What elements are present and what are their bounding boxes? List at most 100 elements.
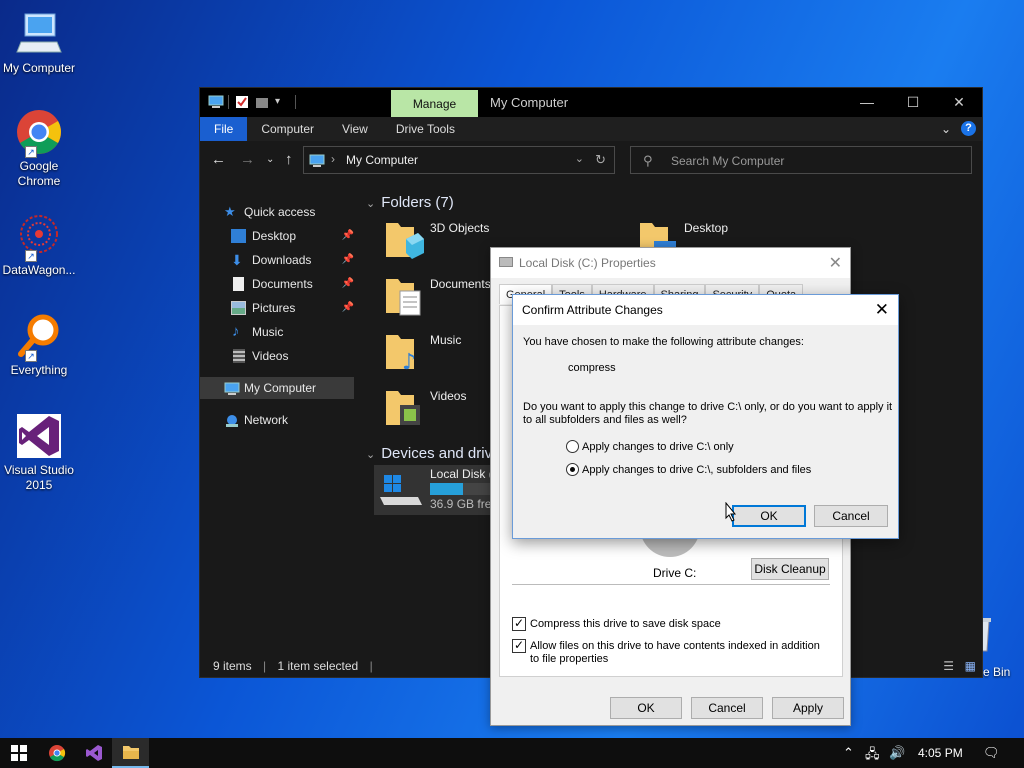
chevron-down-icon: ⌄ (366, 449, 376, 461)
desktop-icon-label: DataWagon... (2, 263, 76, 277)
mouse-cursor-icon (725, 501, 737, 522)
nav-item-desktop[interactable]: Desktop 📌 (200, 225, 358, 247)
quick-access-toolbar: ▾ (208, 95, 296, 109)
compress-checkbox[interactable] (512, 616, 526, 631)
chrome-icon (48, 745, 65, 762)
close-icon[interactable]: ✕ (829, 253, 842, 273)
desktop-icon-my-computer[interactable]: My Computer (0, 10, 78, 76)
apply-subfolders-label[interactable]: Apply changes to drive C:\, subfolders a… (582, 464, 811, 477)
show-hidden-icons-icon[interactable]: ⌃ (843, 745, 854, 761)
customize-toolbar-icon[interactable]: ▾ (275, 95, 289, 109)
apply-button[interactable]: Apply (772, 697, 844, 719)
action-center-icon[interactable]: 🗨 (983, 745, 1000, 761)
properties-title-bar: Local Disk (C:) Properties ✕ (491, 248, 850, 278)
everything-search-icon: ↗ (15, 312, 63, 362)
documents-folder-icon (384, 273, 424, 317)
taskbar-chrome[interactable] (38, 738, 75, 768)
up-arrow-icon[interactable]: ↑ (285, 151, 293, 168)
pin-icon[interactable]: 📌 (342, 249, 354, 271)
desktop-icon-everything[interactable]: ↗ Everything (0, 312, 78, 378)
breadcrumb-separator-icon[interactable]: › (331, 152, 335, 166)
drive-icon (499, 257, 513, 267)
close-icon[interactable]: ✕ (875, 300, 889, 320)
minimize-button[interactable]: — (844, 88, 890, 117)
tab-drive-tools[interactable]: Drive Tools (382, 117, 469, 141)
help-icon[interactable]: ? (961, 121, 976, 136)
expand-ribbon-icon[interactable]: ⌄ (941, 122, 951, 136)
cancel-button[interactable]: Cancel (691, 697, 763, 719)
tab-file[interactable]: File (200, 117, 248, 141)
tab-view[interactable]: View (328, 117, 382, 141)
forward-arrow-icon[interactable]: → (240, 151, 255, 168)
datawagon-icon: ↗ (15, 212, 63, 262)
star-icon: ★ (224, 204, 236, 219)
details-view-icon[interactable]: ☰ (943, 655, 954, 677)
desktop-icon-chrome[interactable]: ↗ Google Chrome (0, 108, 78, 189)
drive-local-disk-c[interactable]: Local Disk (C:) 36.9 GB free (374, 465, 492, 515)
cancel-button[interactable]: Cancel (814, 505, 888, 527)
shortcut-arrow-icon: ↗ (25, 350, 37, 362)
taskbar-file-explorer[interactable] (112, 738, 149, 768)
desktop-icon-label: Google Chrome (17, 159, 61, 188)
nav-item-music[interactable]: ♪ Music (200, 321, 358, 343)
desktop-icon-label: Visual Studio 2015 (4, 463, 74, 492)
pin-icon[interactable]: 📌 (342, 225, 354, 247)
nav-item-pictures[interactable]: Pictures 📌 (200, 297, 358, 319)
properties-icon[interactable] (235, 95, 249, 109)
start-button[interactable] (0, 738, 37, 768)
window-controls: — ☐ ✕ (844, 88, 982, 117)
desktop-icon-datawagon[interactable]: ↗ DataWagon... (0, 212, 78, 278)
videos-folder-icon (384, 385, 424, 429)
desktop-folder-icon (231, 229, 246, 243)
new-folder-icon[interactable] (255, 95, 269, 109)
nav-item-videos[interactable]: Videos (200, 345, 358, 367)
nav-item-downloads[interactable]: ⬇ Downloads 📌 (200, 249, 358, 271)
divider (512, 584, 830, 585)
folders-group-header[interactable]: ⌄ Folders (7) (366, 194, 454, 211)
apply-drive-only-radio[interactable] (566, 440, 579, 453)
ok-button[interactable]: OK (732, 505, 806, 527)
back-arrow-icon[interactable]: ← (211, 151, 226, 168)
maximize-button[interactable]: ☐ (890, 88, 936, 117)
address-dropdown-icon[interactable]: ⌄ (575, 152, 584, 165)
search-input[interactable]: ⚲ Search My Computer (630, 146, 972, 174)
apply-drive-only-label[interactable]: Apply changes to drive C:\ only (582, 441, 734, 454)
pin-icon[interactable]: 📌 (342, 273, 354, 295)
tab-computer[interactable]: Computer (247, 117, 328, 141)
close-button[interactable]: ✕ (936, 88, 982, 117)
shortcut-arrow-icon: ↗ (25, 250, 37, 262)
computer-icon (224, 381, 240, 395)
properties-title: Local Disk (C:) Properties (519, 256, 656, 270)
status-separator: | (369, 659, 373, 673)
recent-locations-icon[interactable]: ⌄ (266, 154, 274, 165)
compress-label: Compress this drive to save disk space (530, 618, 721, 630)
nav-item-my-computer[interactable]: My Computer (200, 377, 354, 399)
refresh-icon[interactable]: ↻ (595, 152, 606, 168)
disk-cleanup-button[interactable]: Disk Cleanup (751, 558, 829, 580)
tab-manage[interactable]: Manage (391, 90, 478, 117)
nav-item-quick-access[interactable]: ★ Quick access (200, 201, 358, 223)
desktop-icon-label: Everything (10, 363, 68, 377)
windows-logo-icon (10, 745, 27, 761)
nav-item-network[interactable]: Network (200, 409, 358, 431)
breadcrumb[interactable]: My Computer (346, 153, 418, 167)
separator (295, 95, 296, 109)
index-checkbox[interactable] (512, 638, 526, 653)
apply-subfolders-radio[interactable] (566, 463, 579, 476)
visual-studio-icon (15, 412, 63, 460)
network-icon (224, 413, 239, 427)
taskbar-visual-studio[interactable] (75, 738, 112, 768)
devices-group-header[interactable]: ⌄ Devices and drives (366, 445, 508, 462)
attribute-change: compress (568, 362, 616, 374)
large-icons-view-icon[interactable]: ▦ (965, 655, 976, 677)
pin-icon[interactable]: 📌 (342, 297, 354, 319)
clock[interactable]: 4:05 PM (918, 746, 963, 760)
volume-icon[interactable]: 🔊 (889, 745, 905, 761)
address-field[interactable]: › My Computer ⌄ ↻ (303, 146, 615, 174)
drive-usage-fill (430, 483, 463, 495)
ok-button[interactable]: OK (610, 697, 682, 719)
nav-item-documents[interactable]: Documents 📌 (200, 273, 358, 295)
music-icon: ♪ (232, 323, 240, 340)
network-icon[interactable]: 🖧 (865, 745, 880, 767)
desktop-icon-visual-studio[interactable]: Visual Studio 2015 (0, 412, 78, 493)
